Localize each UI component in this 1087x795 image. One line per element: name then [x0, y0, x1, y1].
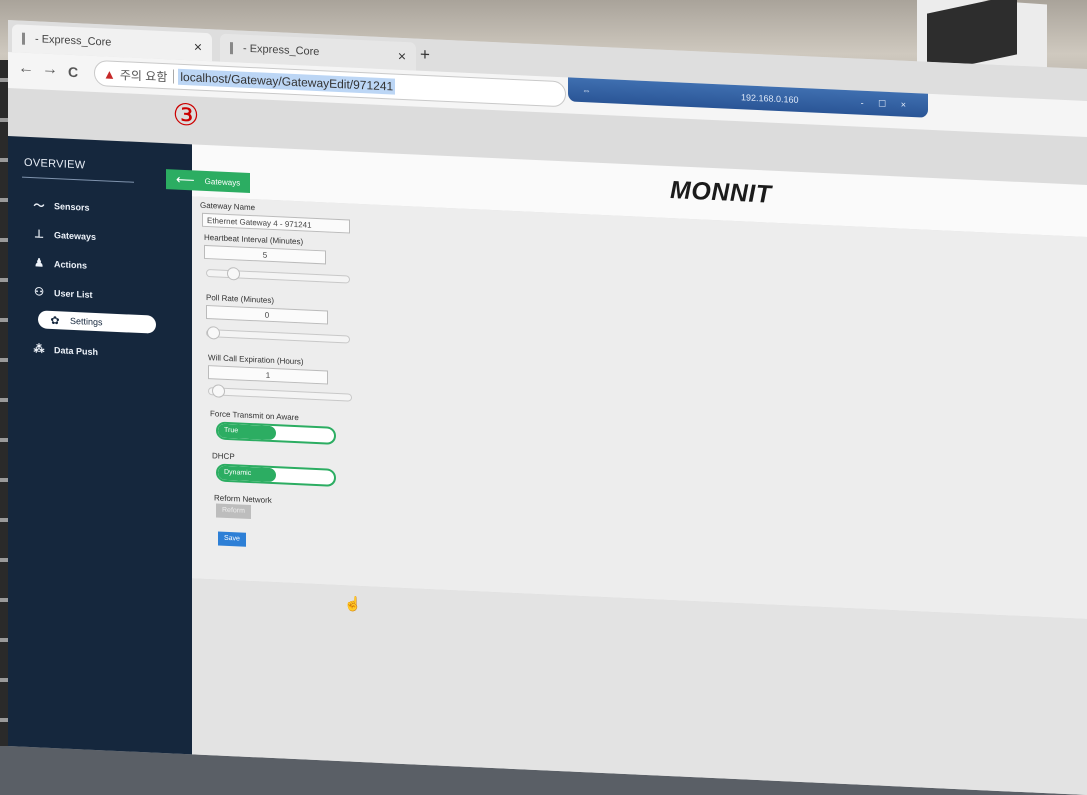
- slider-thumb[interactable]: [207, 326, 220, 340]
- window-controls[interactable]: - ☐ ×: [861, 97, 912, 110]
- will-call-slider[interactable]: [208, 384, 352, 402]
- poll-rate-field[interactable]: 0: [206, 304, 328, 325]
- remote-address: 192.168.0.160: [741, 92, 799, 105]
- arrow-left-icon: ⟵: [176, 171, 195, 188]
- actions-icon: ♟: [34, 257, 44, 270]
- close-tab-icon[interactable]: ×: [398, 48, 406, 64]
- tab-title: - Express_Core: [243, 42, 320, 59]
- gateway-icon: ⊥: [34, 228, 44, 241]
- sidebar-title: OVERVIEW: [24, 156, 86, 172]
- sidebar-item-label: Settings: [70, 315, 103, 328]
- monitor-screen: - Express_Core × - Express_Core × + ← → …: [8, 20, 1087, 795]
- new-tab-button[interactable]: +: [420, 45, 430, 65]
- sidebar-item-gateways[interactable]: ⊥ Gateways: [32, 227, 96, 243]
- sidebar-item-label: Sensors: [54, 201, 90, 213]
- sidebar-item-label: Gateways: [54, 229, 97, 242]
- divider: [173, 69, 175, 84]
- sidebar-item-actions[interactable]: ♟ Actions: [32, 256, 87, 271]
- sidebar-item-settings[interactable]: ✿ Settings: [38, 310, 156, 334]
- slider-thumb[interactable]: [226, 266, 240, 281]
- gear-icon: ✿: [50, 314, 60, 327]
- url-text[interactable]: localhost/Gateway/GatewayEdit/971241: [178, 68, 396, 95]
- heartbeat-field[interactable]: 5: [204, 244, 326, 265]
- security-warning[interactable]: 주의 요함: [120, 66, 168, 85]
- dhcp-label: DHCP: [212, 451, 235, 462]
- back-icon[interactable]: ←: [18, 59, 34, 78]
- sidebar-item-label: Actions: [54, 258, 88, 271]
- poll-rate-label: Poll Rate (Minutes): [206, 292, 275, 306]
- favicon-icon: [22, 32, 25, 45]
- force-transmit-toggle[interactable]: True: [216, 421, 336, 445]
- sidebar-item-data-push[interactable]: ⁂ Data Push: [32, 342, 99, 358]
- close-tab-icon[interactable]: ×: [194, 38, 202, 54]
- warning-icon: ▲: [103, 65, 116, 82]
- toggle-state: Dynamic: [218, 465, 276, 483]
- favicon-icon: [230, 42, 233, 55]
- users-icon: ⚇: [34, 286, 44, 299]
- sidebar-item-label: User List: [54, 287, 93, 300]
- sidebar-item-user-list[interactable]: ⚇ User List: [32, 285, 93, 301]
- will-call-label: Will Call Expiration (Hours): [208, 353, 304, 367]
- heartbeat-label: Heartbeat Interval (Minutes): [204, 232, 304, 247]
- poll-rate-slider[interactable]: [206, 326, 350, 344]
- step-annotation: ③: [172, 98, 200, 133]
- back-to-gateways-button[interactable]: ⟵ Gateways: [166, 169, 251, 193]
- gateway-name-field[interactable]: Ethernet Gateway 4 - 971241: [202, 212, 350, 234]
- monnit-logo: MONNIT: [670, 176, 772, 209]
- sidebar-item-label: Data Push: [54, 344, 99, 357]
- force-transmit-label: Force Transmit on Aware: [210, 409, 299, 423]
- gateway-name-label: Gateway Name: [200, 200, 256, 213]
- back-button-label: Gateways: [204, 176, 241, 188]
- pin-icon[interactable]: ⇔: [582, 85, 591, 95]
- sidebar-item-sensors[interactable]: 〜 Sensors: [32, 197, 90, 216]
- toggle-state: True: [218, 423, 276, 441]
- pulse-icon: 〜: [33, 200, 45, 213]
- data-push-icon: ⁂: [33, 343, 45, 356]
- will-call-field[interactable]: 1: [208, 365, 328, 385]
- gateway-edit-form: Gateway Name Ethernet Gateway 4 - 971241…: [192, 196, 1087, 619]
- reform-button[interactable]: Reform: [216, 503, 251, 520]
- reload-icon[interactable]: C: [68, 64, 78, 80]
- tab-title: - Express_Core: [35, 33, 112, 49]
- forward-icon[interactable]: →: [42, 61, 58, 80]
- slider-thumb[interactable]: [211, 384, 225, 398]
- hand-cursor-icon: ☝: [344, 595, 362, 613]
- dhcp-toggle[interactable]: Dynamic: [216, 463, 336, 487]
- sidebar: OVERVIEW 〜 Sensors ⊥ Gateways ♟ Actions …: [8, 136, 192, 765]
- save-button[interactable]: Save: [218, 531, 246, 547]
- sidebar-divider: [22, 176, 134, 183]
- heartbeat-slider[interactable]: [206, 266, 350, 284]
